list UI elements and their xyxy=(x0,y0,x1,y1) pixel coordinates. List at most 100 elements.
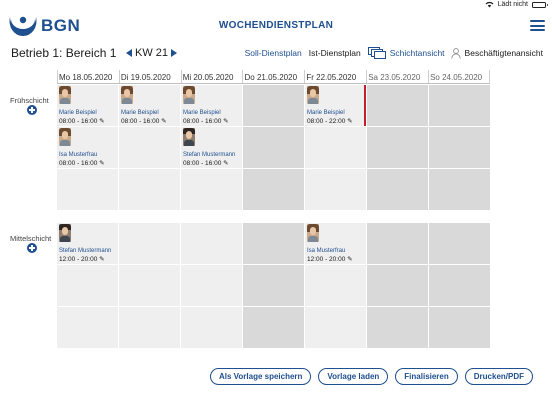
battery-icon xyxy=(532,1,548,8)
logo-text: BGN xyxy=(41,16,81,35)
assignment-card[interactable]: Marie Beispiel 08:00 - 16:00 ✎ xyxy=(183,86,229,125)
shift-label-mittel: Mittelschicht xyxy=(10,234,52,243)
page-title: WOCHENDIENSTPLAN xyxy=(218,20,334,31)
shift-cell[interactable]: Marie Beispiel 08:00 - 16:00 ✎ xyxy=(119,85,180,126)
employee-name: Stefan Mustermann xyxy=(59,248,112,254)
view-tabs: Soll-Dienstplan Ist-Dienstplan Schichtan… xyxy=(245,47,543,59)
avatar xyxy=(59,86,71,104)
shift-view-icon[interactable] xyxy=(367,47,386,59)
shift-cell[interactable] xyxy=(181,169,242,210)
employee-name: Isa Musterfrau xyxy=(307,248,346,254)
wifi-icon xyxy=(485,1,494,8)
shift-cell[interactable] xyxy=(181,265,242,306)
location-selector[interactable]: Betrieb 1: Bereich 1 xyxy=(11,46,116,60)
action-buttons: Als Vorlage speichern Vorlage laden Fina… xyxy=(209,368,533,385)
shift-cell[interactable] xyxy=(243,307,304,348)
assignment-card[interactable]: Marie Beispiel 08:00 - 16:00 ✎ xyxy=(121,86,167,125)
shift-cell[interactable] xyxy=(243,169,304,210)
print-pdf-button[interactable]: Drucken/PDF xyxy=(464,368,533,385)
shift-cell[interactable]: Marie Beispiel 08:00 - 22:00 ✎ xyxy=(305,85,366,126)
assignment-card[interactable]: Stefan Mustermann 08:00 - 16:00 ✎ xyxy=(183,128,235,167)
assignment-card[interactable]: Isa Musterfrau 08:00 - 16:00 ✎ xyxy=(59,128,105,167)
shift-cell[interactable] xyxy=(57,169,118,210)
add-shift-frueh-icon[interactable] xyxy=(27,105,37,115)
shift-cell[interactable] xyxy=(305,127,366,168)
shift-cell[interactable] xyxy=(429,85,490,126)
shift-cell[interactable] xyxy=(181,307,242,348)
save-as-template-button[interactable]: Als Vorlage speichern xyxy=(209,368,312,385)
column-divider xyxy=(428,70,429,84)
shift-grid-mittel: Stefan Mustermann 12:00 - 20:00 ✎ Isa Mu… xyxy=(57,223,490,348)
column-divider xyxy=(304,70,305,84)
tab-ist-dienstplan[interactable]: Ist-Dienstplan xyxy=(309,48,361,58)
shift-cell[interactable]: Marie Beispiel 08:00 - 16:00 ✎ xyxy=(57,85,118,126)
shift-cell[interactable] xyxy=(367,85,428,126)
shift-cell[interactable] xyxy=(305,265,366,306)
shift-cell[interactable] xyxy=(119,307,180,348)
shift-cell[interactable] xyxy=(367,265,428,306)
employee-name: Marie Beispiel xyxy=(59,110,97,116)
shift-cell[interactable] xyxy=(243,265,304,306)
hamburger-menu-icon[interactable] xyxy=(530,20,545,31)
shift-cell[interactable] xyxy=(119,223,180,264)
shift-cell[interactable] xyxy=(243,85,304,126)
toolbar: Betrieb 1: Bereich 1 KW 21 Soll-Dienstpl… xyxy=(0,43,552,63)
assignment-card[interactable]: Marie Beispiel 08:00 - 16:00 ✎ xyxy=(59,86,105,125)
column-divider xyxy=(181,70,182,84)
shift-cell[interactable] xyxy=(429,265,490,306)
shift-cell[interactable]: Stefan Mustermann 12:00 - 20:00 ✎ xyxy=(57,223,118,264)
shift-time: 08:00 - 16:00 ✎ xyxy=(183,160,229,167)
status-bar: Lädt nicht xyxy=(0,0,552,11)
employee-name: Marie Beispiel xyxy=(121,110,159,116)
column-divider xyxy=(119,70,120,84)
shift-cell[interactable]: Isa Musterfrau 12:00 - 20:00 ✎ xyxy=(305,223,366,264)
tab-schichtansicht[interactable]: Schichtansicht xyxy=(390,48,445,58)
avatar xyxy=(307,86,319,104)
previous-week-icon[interactable] xyxy=(126,49,132,57)
shift-cell[interactable] xyxy=(119,127,180,168)
shift-time: 08:00 - 16:00 ✎ xyxy=(59,160,105,167)
shift-cell[interactable] xyxy=(367,223,428,264)
shift-time: 08:00 - 16:00 ✎ xyxy=(59,118,105,125)
shift-cell[interactable] xyxy=(367,169,428,210)
tab-beschaeftigtenansicht[interactable]: Beschäftigtenansicht xyxy=(465,48,543,58)
bgn-logo-mark-icon xyxy=(9,16,37,37)
app-header: BGN WOCHENDIENSTPLAN xyxy=(0,11,552,41)
shift-cell[interactable]: Marie Beispiel 08:00 - 16:00 ✎ xyxy=(181,85,242,126)
finalize-button[interactable]: Finalisieren xyxy=(395,368,458,385)
shift-cell[interactable] xyxy=(367,307,428,348)
shift-cell[interactable] xyxy=(57,307,118,348)
shift-cell[interactable] xyxy=(243,127,304,168)
shift-cell[interactable] xyxy=(119,169,180,210)
person-icon[interactable] xyxy=(450,47,461,59)
avatar xyxy=(59,224,71,242)
tab-soll-dienstplan[interactable]: Soll-Dienstplan xyxy=(245,48,302,58)
week-navigator: KW 21 xyxy=(126,47,178,59)
shift-cell[interactable]: Isa Musterfrau 08:00 - 16:00 ✎ xyxy=(57,127,118,168)
shift-cell[interactable] xyxy=(429,307,490,348)
shift-cell[interactable] xyxy=(57,265,118,306)
load-template-button[interactable]: Vorlage laden xyxy=(318,368,389,385)
shift-cell[interactable] xyxy=(429,127,490,168)
shift-cell[interactable] xyxy=(429,169,490,210)
bgn-logo[interactable]: BGN xyxy=(8,14,80,38)
assignment-card[interactable]: Marie Beispiel 08:00 - 22:00 ✎ xyxy=(307,86,353,125)
shift-cell[interactable]: Stefan Mustermann 08:00 - 16:00 ✎ xyxy=(181,127,242,168)
column-divider xyxy=(57,70,58,84)
shift-cell[interactable] xyxy=(367,127,428,168)
employee-name: Isa Musterfrau xyxy=(59,152,98,158)
menu-bar xyxy=(530,29,545,31)
shift-time: 12:00 - 20:00 ✎ xyxy=(307,256,353,263)
shift-cell[interactable] xyxy=(181,223,242,264)
assignment-card[interactable]: Isa Musterfrau 12:00 - 20:00 ✎ xyxy=(307,224,353,263)
shift-cell[interactable] xyxy=(119,265,180,306)
next-week-icon[interactable] xyxy=(171,49,178,57)
add-shift-mittel-icon[interactable] xyxy=(27,243,37,253)
shift-cell[interactable] xyxy=(305,169,366,210)
employee-name: Marie Beispiel xyxy=(307,110,345,116)
shift-cell[interactable] xyxy=(243,223,304,264)
avatar xyxy=(59,128,71,146)
assignment-card[interactable]: Stefan Mustermann 12:00 - 20:00 ✎ xyxy=(59,224,111,263)
shift-cell[interactable] xyxy=(305,307,366,348)
shift-cell[interactable] xyxy=(429,223,490,264)
